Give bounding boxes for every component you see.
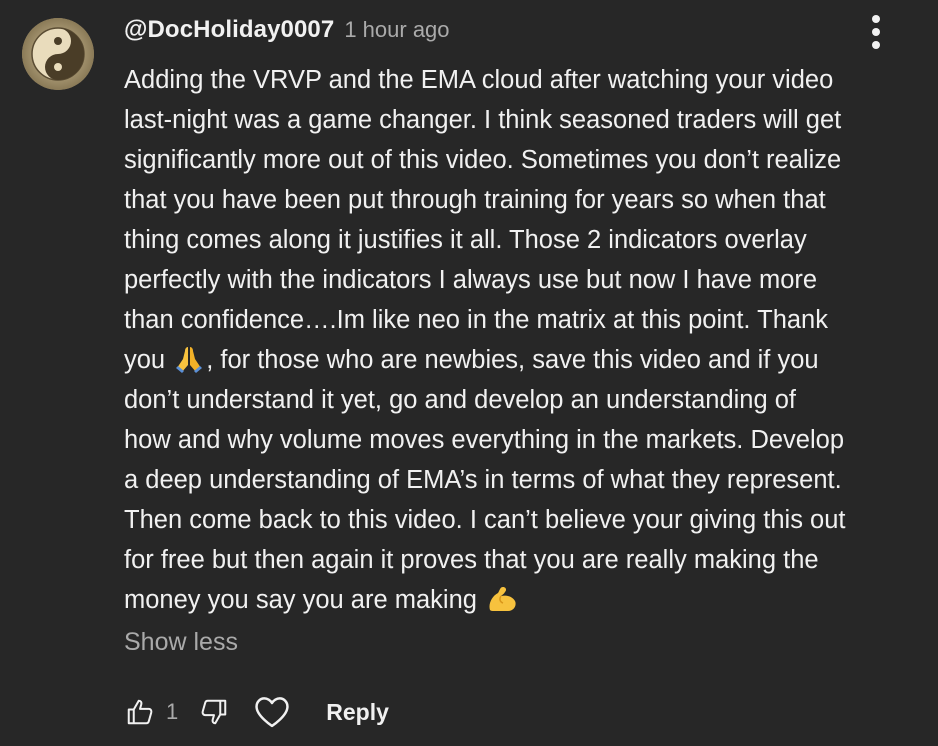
author-name[interactable]: @DocHoliday0007 — [124, 16, 334, 44]
comment-text-fragment: , for those who are newbies, save this v… — [206, 346, 819, 374]
dislike-button[interactable] — [194, 690, 234, 734]
comment-text-fragment: money you say you are making — [124, 586, 485, 614]
comment-line: a deep understanding of EMA’s in terms o… — [124, 466, 842, 494]
comment-line: thing comes along it justifies it all. T… — [124, 226, 807, 254]
comment-header: @DocHoliday0007 1 hour ago — [124, 16, 450, 52]
yin-yang-avatar-icon — [22, 18, 94, 90]
comment-line: Then come back to this video. I can’t be… — [124, 506, 846, 534]
comment-line: than confidence….Im like neo in the matr… — [124, 306, 828, 334]
more-options-button[interactable] — [858, 12, 894, 52]
comment-line: don’t understand it yet, go and develop … — [124, 386, 797, 414]
thumbs-up-icon — [127, 699, 153, 725]
like-count: 1 — [166, 699, 179, 724]
like-button[interactable] — [120, 690, 160, 734]
comment-line: last-night was a game changer. I think s… — [124, 106, 842, 134]
more-vertical-icon — [872, 15, 880, 49]
comment-line: how and why volume moves everything in t… — [124, 426, 845, 454]
avatar[interactable] — [22, 18, 94, 90]
comment-line: for free but then again it proves that y… — [124, 546, 819, 574]
folded-hands-icon — [176, 347, 203, 373]
reply-button[interactable]: Reply — [326, 699, 389, 726]
comment-line: that you have been put through training … — [124, 186, 826, 214]
show-less-button[interactable]: Show less — [124, 628, 238, 657]
comment-line: Adding the VRVP and the EMA cloud after … — [124, 66, 834, 94]
thumbs-down-icon — [201, 699, 227, 725]
comment-text-fragment: you — [124, 346, 173, 374]
creator-heart-button[interactable] — [252, 690, 292, 734]
comment-line: perfectly with the indicators I always u… — [124, 266, 818, 294]
flexed-biceps-icon — [489, 587, 516, 611]
flexed-biceps-emoji-icon: 💪 — [486, 584, 520, 626]
comment-line: you 🙏 , for those who are newbies, save … — [124, 340, 924, 380]
comment-actions: 1 Reply — [120, 690, 389, 734]
comment-text: Adding the VRVP and the EMA cloud after … — [124, 60, 924, 620]
comment-line: significantly more out of this video. So… — [124, 146, 842, 174]
heart-icon — [255, 697, 289, 728]
comment-timestamp[interactable]: 1 hour ago — [344, 17, 449, 43]
comment-line: money you say you are making 💪 — [124, 580, 924, 620]
